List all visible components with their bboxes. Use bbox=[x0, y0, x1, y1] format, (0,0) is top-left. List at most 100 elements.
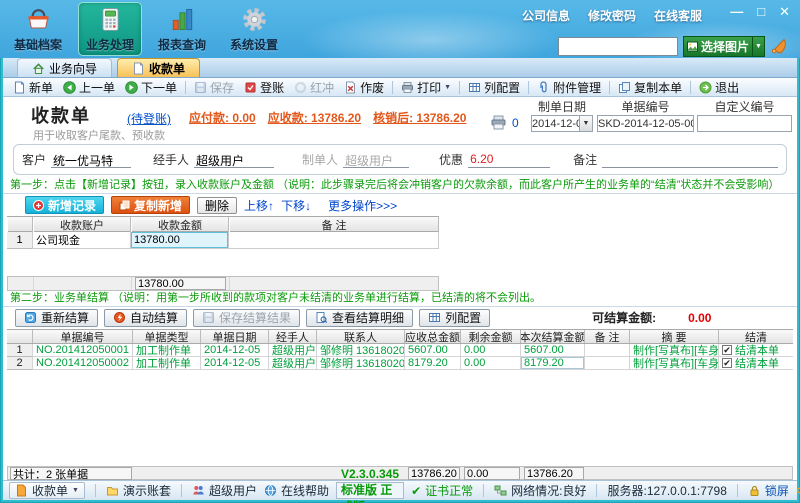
online-help-item[interactable]: 在线帮助 bbox=[264, 482, 329, 499]
settle-check-cell[interactable]: ✔ 结清本单 bbox=[719, 357, 793, 370]
cert-status-item: ✔ 证书正常 bbox=[411, 482, 473, 499]
divider bbox=[737, 484, 738, 497]
select-image-button[interactable]: 选择图片 ▼ bbox=[683, 36, 765, 57]
view-detail-icon bbox=[315, 311, 328, 324]
status-bar: 收款单 ▼ 演示账套 超级用户 在线帮助 V2.3.0.345标准版 正式版 ✔… bbox=[3, 480, 797, 500]
print-dropdown-arrow[interactable]: ▼ bbox=[444, 84, 451, 91]
copy-doc-button[interactable]: 复制本单 bbox=[613, 79, 687, 96]
doc-type-menu[interactable]: 收款单 ▼ bbox=[9, 482, 85, 499]
company-info-link[interactable]: 公司信息 bbox=[522, 7, 570, 24]
prev-doc-button[interactable]: 上一单 bbox=[58, 79, 120, 96]
payable-amount: 应付款: 0.00 bbox=[189, 109, 256, 126]
page-title: 收款单 bbox=[31, 102, 91, 128]
delete-record-button[interactable]: 删除 bbox=[197, 197, 237, 214]
move-down-link[interactable]: 下移↓ bbox=[281, 197, 311, 214]
document-icon bbox=[132, 62, 145, 75]
amount-summary: 应付款: 0.00 应收款: 13786.20 核销后: 13786.20 bbox=[189, 109, 466, 126]
settle-checkbox[interactable]: ✔ bbox=[722, 358, 732, 368]
maker-label: 制单人 bbox=[302, 151, 338, 168]
table-row[interactable]: 1 NO.201412050001 加工制作单 2014-12-05 超级用户 … bbox=[7, 344, 793, 357]
current-user-item[interactable]: 超级用户 bbox=[192, 482, 257, 499]
tab-strip: 业务向导 收款单 bbox=[3, 58, 797, 78]
settle-checkbox[interactable]: ✔ bbox=[722, 345, 732, 355]
date-field[interactable]: 2014-12-05 ▼ bbox=[531, 115, 593, 132]
settle-amount-cell[interactable]: 8179.20 bbox=[521, 357, 585, 370]
module-settings[interactable]: 系统设置 bbox=[222, 2, 286, 56]
horn-icon[interactable] bbox=[770, 35, 790, 58]
amount-cell[interactable]: 13780.00 bbox=[131, 232, 229, 249]
table1-rownum-header bbox=[7, 217, 33, 233]
date-label: 制单日期 bbox=[531, 100, 593, 115]
key-icon bbox=[796, 484, 800, 497]
globe-icon bbox=[264, 484, 277, 497]
switch-user-button[interactable]: 切换用户 bbox=[796, 457, 800, 503]
pending-post-link[interactable]: (待登账) bbox=[127, 110, 171, 127]
exit-button[interactable]: 退出 bbox=[694, 79, 744, 96]
account-cell[interactable]: 公司现金 bbox=[33, 232, 131, 249]
customer-field[interactable]: 统一优马特 bbox=[51, 152, 131, 168]
handler-field[interactable]: 超级用户 bbox=[194, 152, 274, 168]
home-icon bbox=[32, 62, 45, 75]
tab-receipt-doc[interactable]: 收款单 bbox=[117, 58, 200, 77]
exit-icon bbox=[699, 81, 712, 94]
add-record-icon bbox=[33, 200, 44, 211]
attachment-button[interactable]: 附件管理 bbox=[532, 79, 606, 96]
date-dropdown[interactable]: ▼ bbox=[579, 116, 592, 131]
settle-column-config-button[interactable]: 列配置 bbox=[419, 309, 490, 327]
maker-field: 超级用户 bbox=[343, 152, 409, 168]
table1-header: 收款账户 收款金额 备 注 bbox=[7, 216, 439, 232]
copy-add-button[interactable]: 复制新增 bbox=[111, 196, 190, 214]
table-row[interactable]: 1 公司现金 13780.00 bbox=[7, 232, 439, 247]
recalculate-button[interactable]: 重新结算 bbox=[15, 309, 98, 327]
module-base-archive[interactable]: 基础档案 bbox=[6, 2, 70, 56]
post-account-button[interactable]: 登账 bbox=[239, 79, 289, 96]
tab-business-wizard[interactable]: 业务向导 bbox=[17, 58, 112, 77]
module-reports[interactable]: 报表查询 bbox=[150, 2, 214, 56]
divider bbox=[181, 484, 182, 497]
maximize-button[interactable]: □ bbox=[757, 4, 765, 20]
new-doc-button[interactable]: 新单 bbox=[8, 79, 58, 96]
auto-settle-button[interactable]: 自动结算 bbox=[104, 309, 187, 327]
void-doc-button[interactable]: 作废 bbox=[339, 79, 389, 96]
users-icon bbox=[192, 484, 205, 497]
settle-amount-cell[interactable]: 5607.00 bbox=[521, 344, 585, 357]
discount-field[interactable]: 6.20 bbox=[468, 152, 550, 168]
available-amount-value: 0.00 bbox=[688, 311, 711, 325]
more-actions-link[interactable]: 更多操作>>> bbox=[328, 197, 397, 214]
print-button[interactable]: 打印 ▼ bbox=[396, 79, 456, 96]
settle-check-cell[interactable]: ✔ 结清本单 bbox=[719, 344, 793, 357]
after-writeoff-amount: 核销后: 13786.20 bbox=[373, 109, 466, 126]
calculator-icon bbox=[97, 6, 124, 33]
add-record-button[interactable]: 新增记录 bbox=[25, 196, 104, 214]
column-config-button[interactable]: 列配置 bbox=[463, 79, 525, 96]
prev-icon bbox=[63, 81, 76, 94]
attachment-icon bbox=[537, 81, 550, 94]
change-password-link[interactable]: 修改密码 bbox=[588, 7, 636, 24]
module-business[interactable]: 业务处理 bbox=[78, 2, 142, 56]
redflush-icon bbox=[294, 81, 307, 94]
move-up-link[interactable]: 上移↑ bbox=[244, 197, 274, 214]
party-box: 客户 统一优马特 经手人 超级用户 制单人 超级用户 优惠 6.20 备注 bbox=[13, 144, 787, 175]
remark-cell[interactable] bbox=[229, 232, 439, 249]
doc-no-label: 单据编号 bbox=[597, 100, 694, 115]
image-path-input[interactable] bbox=[558, 37, 678, 56]
close-button[interactable]: ✕ bbox=[779, 4, 790, 20]
custom-no-input[interactable] bbox=[697, 115, 792, 132]
save-button: 保存 bbox=[189, 79, 239, 96]
select-image-dropdown[interactable]: ▼ bbox=[752, 37, 764, 56]
lock-screen-button[interactable]: 锁屏 bbox=[748, 482, 789, 499]
handler-label: 经手人 bbox=[153, 151, 189, 168]
red-flush-button: 红冲 bbox=[289, 79, 339, 96]
online-service-link[interactable]: 在线客服 bbox=[654, 7, 702, 24]
divider bbox=[528, 81, 529, 94]
copy-doc-icon bbox=[618, 81, 631, 94]
next-doc-button[interactable]: 下一单 bbox=[120, 79, 182, 96]
table-row[interactable]: 2 NO.201412050002 加工制作单 2014-12-05 超级用户 … bbox=[7, 357, 793, 370]
printer-icon[interactable] bbox=[490, 115, 507, 130]
column-config-icon bbox=[428, 311, 441, 324]
view-settle-detail-button[interactable]: 查看结算明细 bbox=[306, 309, 413, 327]
save-icon bbox=[194, 81, 207, 94]
account-set-item[interactable]: 演示账套 bbox=[106, 482, 171, 499]
remark-field[interactable] bbox=[602, 152, 778, 168]
minimize-button[interactable]: — bbox=[730, 4, 743, 20]
